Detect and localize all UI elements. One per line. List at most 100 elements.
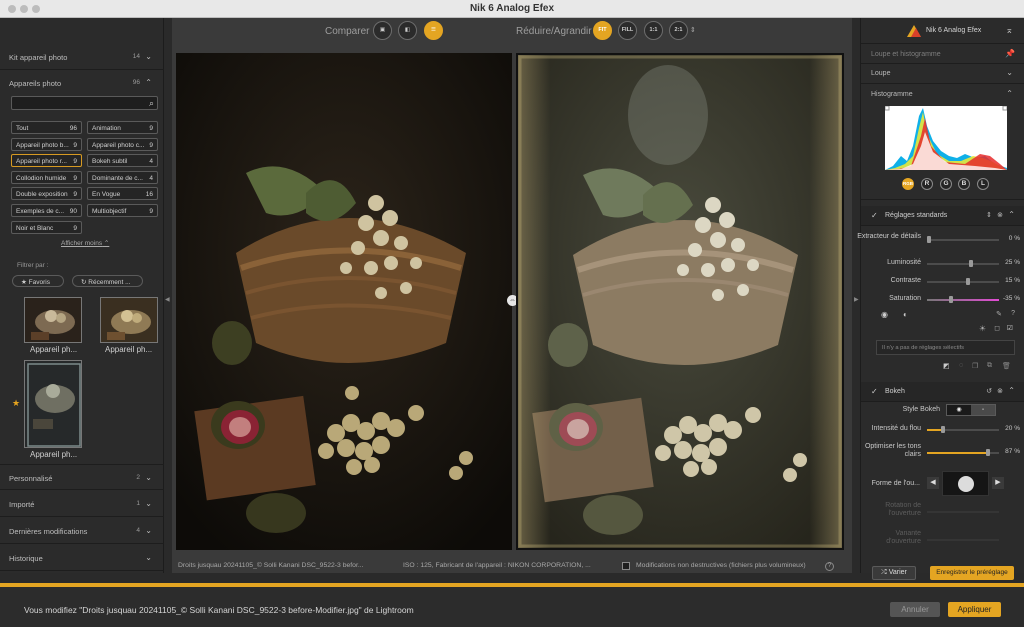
slider-track[interactable] — [927, 426, 999, 433]
slider-track[interactable] — [927, 296, 999, 303]
collapse-all-icon[interactable]: ⌅ — [1005, 25, 1013, 36]
channel-b-button[interactable]: B — [958, 178, 970, 190]
highlight-boost-slider[interactable]: Optimiser les tons clairs 87 % — [861, 442, 1024, 464]
chevron-down-icon[interactable]: ⌄ — [1006, 68, 1013, 77]
cancel-button[interactable]: Annuler — [890, 602, 940, 617]
bokeh-header[interactable]: ✓ Bokeh ↺ ⊗ ⌃ — [861, 382, 1024, 402]
slider-thumb[interactable] — [969, 260, 974, 267]
save-preset-button[interactable]: Enregistrer le préréglage — [930, 566, 1014, 580]
slider-thumb[interactable] — [965, 278, 970, 285]
help-circle-icon[interactable]: ? — [1011, 310, 1015, 317]
channel-r-button[interactable]: R — [921, 178, 933, 190]
category-tag[interactable]: En Vogue 16 — [87, 187, 158, 201]
control-point-icon[interactable]: ◉ — [881, 310, 888, 319]
reorder-icon[interactable]: ⇕ — [986, 211, 992, 219]
collapse-left-panel-icon[interactable]: ◀ — [165, 296, 170, 303]
collapse-right-panel-icon[interactable]: ▶ — [854, 296, 859, 303]
slider-track[interactable] — [927, 236, 999, 243]
zoom-fit-button[interactable]: FIT — [593, 21, 612, 40]
cameras-section[interactable]: Appareils photo 96 ⌃ — [0, 70, 164, 96]
detail-extractor-slider[interactable]: Extracteur de détails 0 % — [857, 232, 1024, 250]
slider-track[interactable] — [927, 449, 999, 456]
enable-checkmark-icon[interactable]: ✓ — [871, 211, 878, 220]
channel-rgb-button[interactable]: RGB — [902, 178, 914, 190]
chevron-up-icon[interactable]: ⌃ — [1008, 210, 1015, 219]
history-section[interactable]: Historique ⌄ — [0, 545, 164, 571]
category-tag[interactable]: Collodion humide 9 — [11, 170, 82, 184]
slider-track[interactable] — [927, 260, 999, 267]
selective-copy-icon[interactable]: ❐ — [972, 362, 978, 370]
remove-icon[interactable]: ⊗ — [997, 211, 1003, 219]
channel-l-button[interactable]: L — [977, 178, 989, 190]
zoom-1-1-button[interactable]: 1:1 — [644, 21, 663, 40]
contrast-slider[interactable]: Contraste 15 % — [861, 274, 1024, 288]
selective-edit-icon[interactable]: ◩ — [943, 362, 950, 370]
preset-thumbnail[interactable] — [100, 297, 158, 343]
trash-icon[interactable]: 🗑 — [1002, 362, 1011, 370]
slider-thumb[interactable] — [940, 426, 945, 433]
loupe-histogram-header[interactable]: Loupe et histogramme 📌 — [861, 44, 1024, 64]
category-tag[interactable]: Appareil photo c... 9 — [87, 137, 158, 151]
imported-section[interactable]: Importé 1 ⌄ — [0, 491, 164, 517]
preset-thumbnail[interactable] — [24, 360, 82, 448]
chevron-down-icon[interactable]: ⌄ — [145, 499, 152, 508]
category-tag[interactable]: Noir et Blanc 9 — [11, 220, 82, 234]
preset-thumbnail[interactable] — [24, 297, 82, 343]
blur-intensity-slider[interactable]: Intensité du flou 20 % — [861, 422, 1024, 436]
zoom-fill-button[interactable]: FILL — [618, 21, 637, 40]
slider-track[interactable] — [927, 278, 999, 285]
saturation-slider[interactable]: Saturation -35 % — [861, 292, 1024, 306]
apply-button[interactable]: Appliquer — [948, 602, 1001, 617]
compare-stacked-button[interactable]: ☰ — [424, 21, 443, 40]
compare-side-by-side-button[interactable]: ▣ — [373, 21, 392, 40]
custom-section[interactable]: Personnalisé 2 ⌄ — [0, 464, 164, 490]
enable-checkmark-icon[interactable]: ✓ — [871, 387, 878, 396]
preset-search-input[interactable]: ⌕ — [11, 96, 158, 110]
slider-thumb[interactable] — [927, 236, 931, 243]
channel-g-button[interactable]: G — [940, 178, 952, 190]
show-less-link[interactable]: Afficher moins ⌃ — [61, 239, 109, 247]
favorite-star-icon[interactable]: ★ — [12, 398, 20, 409]
search-icon[interactable]: ⌕ — [149, 98, 154, 109]
filter-recent-button[interactable]: ↻ Récemment ... — [72, 275, 143, 287]
zoom-stepper-icon[interactable]: ⇕ — [690, 26, 696, 34]
category-tag[interactable]: Appareil photo r... 9 — [11, 154, 82, 168]
pen-icon[interactable]: ✎ — [996, 310, 1002, 318]
brush-icon[interactable]: ◐ — [903, 310, 908, 319]
chevron-down-icon[interactable]: ⌄ — [145, 526, 152, 535]
category-tag[interactable]: Animation 9 — [87, 121, 158, 134]
category-tag[interactable]: Multiobjectif 9 — [87, 204, 158, 217]
camera-kit-section[interactable]: Kit appareil photo 14 ⌄ — [0, 44, 164, 70]
pin-icon[interactable]: 📌 — [1005, 49, 1015, 58]
bokeh-style-toggle[interactable]: ◉ ▪ — [946, 404, 996, 416]
category-tag[interactable]: Exemples de c... 90 — [11, 204, 82, 217]
category-tag[interactable]: Double exposition 9 — [11, 187, 82, 201]
chevron-up-icon[interactable]: ⌃ — [145, 78, 152, 87]
chevron-up-icon[interactable]: ⌃ — [1008, 386, 1015, 395]
slider-thumb[interactable] — [948, 296, 953, 303]
chevron-down-icon[interactable]: ⌄ — [145, 52, 152, 61]
chevron-down-icon[interactable]: ⌄ — [145, 553, 152, 562]
compare-split-button[interactable]: ◧ — [398, 21, 417, 40]
reset-icon[interactable]: ↺ — [986, 387, 992, 395]
standard-settings-header[interactable]: ✓ Réglages standards ⇕ ⊗ ⌃ — [861, 206, 1024, 226]
chevron-down-icon[interactable]: ⌄ — [145, 473, 152, 482]
show-overlay-icon[interactable]: ☀ — [979, 324, 986, 333]
help-icon[interactable]: ? — [825, 562, 834, 571]
zoom-2-1-button[interactable]: 2:1 — [669, 21, 688, 40]
confirm-checkbox-icon[interactable]: ☑ — [1007, 324, 1013, 332]
loupe-section[interactable]: Loupe ⌄ — [861, 64, 1024, 84]
remove-icon[interactable]: ⊗ — [997, 387, 1003, 395]
category-tag[interactable]: Tout 96 — [11, 121, 82, 134]
selective-visibility-icon[interactable]: ◌ — [959, 362, 963, 369]
recent-edits-section[interactable]: Dernières modifications 4 ⌄ — [0, 518, 164, 544]
bokeh-circle-option-icon[interactable]: ◉ — [947, 405, 971, 415]
shape-next-button[interactable]: ▶ — [992, 477, 1004, 489]
category-tag[interactable]: Bokeh subtil 4 — [87, 154, 158, 168]
category-tag[interactable]: Dominante de c... 4 — [87, 170, 158, 184]
shape-prev-button[interactable]: ◀ — [927, 477, 939, 489]
selective-duplicate-icon[interactable]: ⧉ — [987, 362, 992, 370]
nondestructive-checkbox[interactable] — [622, 562, 630, 570]
bokeh-soft-option-icon[interactable]: ▪ — [971, 405, 995, 415]
vary-button[interactable]: ⤮ Varier — [872, 566, 916, 580]
